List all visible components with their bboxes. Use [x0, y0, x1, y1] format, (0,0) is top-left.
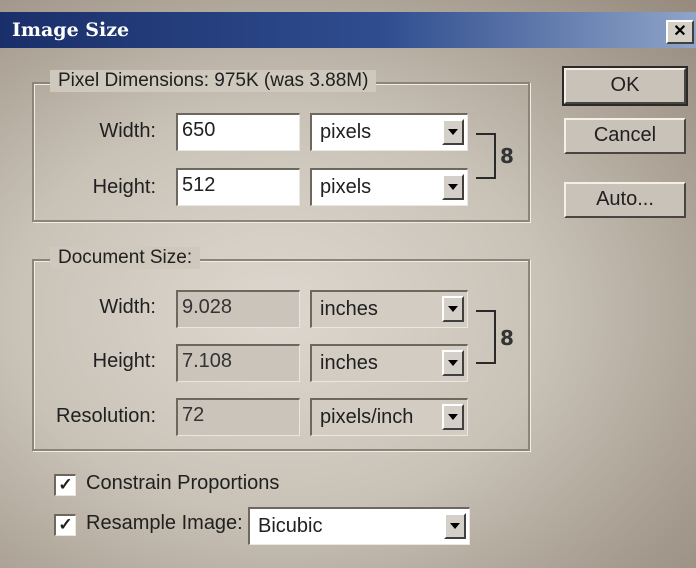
- chevron-down-icon[interactable]: [442, 404, 464, 430]
- chevron-down-icon[interactable]: [442, 350, 464, 376]
- title-bar: Image Size ✕: [0, 12, 696, 48]
- resample-method-value: Bicubic: [258, 515, 323, 537]
- doc-height-unit-value: inches: [320, 352, 378, 374]
- pixel-height-unit-select[interactable]: pixels: [310, 168, 468, 206]
- document-size-legend: Document Size:: [50, 247, 201, 269]
- pixel-width-unit-select[interactable]: pixels: [310, 113, 468, 151]
- pixel-link-bracket: [476, 133, 496, 179]
- chevron-down-icon[interactable]: [442, 296, 464, 322]
- resolution-label: Resolution:: [55, 405, 156, 427]
- resample-image-checkbox[interactable]: ✓: [54, 514, 76, 536]
- document-link-bracket: [476, 310, 496, 364]
- constrain-proportions-label: Constrain Proportions: [86, 472, 280, 494]
- chevron-down-icon[interactable]: [442, 119, 464, 145]
- pixel-height-label: Height:: [92, 176, 156, 198]
- doc-width-unit-select[interactable]: inches: [310, 290, 468, 328]
- chevron-down-icon[interactable]: [444, 513, 466, 539]
- resolution-unit-value: pixels/inch: [320, 406, 414, 428]
- doc-height-unit-select[interactable]: inches: [310, 344, 468, 382]
- resample-method-select[interactable]: Bicubic: [248, 507, 470, 545]
- pixel-width-unit-value: pixels: [320, 121, 372, 143]
- auto-button[interactable]: Auto...: [564, 182, 686, 218]
- doc-width-label: Width:: [99, 296, 156, 318]
- doc-height-label: Height:: [92, 350, 156, 372]
- close-button[interactable]: ✕: [666, 20, 694, 44]
- pixel-width-input[interactable]: 650: [176, 113, 300, 151]
- chevron-down-icon[interactable]: [442, 174, 464, 200]
- pixel-dimensions-legend: Pixel Dimensions: 975K (was 3.88M): [50, 70, 377, 92]
- constrain-proportions-checkbox[interactable]: ✓: [54, 474, 76, 496]
- close-icon: ✕: [673, 23, 687, 40]
- chain-link-icon: 8: [500, 144, 514, 168]
- pixel-width-label: Width:: [99, 120, 156, 142]
- pixel-height-input[interactable]: 512: [176, 168, 300, 206]
- dialog-title: Image Size: [12, 19, 130, 41]
- cancel-button[interactable]: Cancel: [564, 118, 686, 154]
- pixel-height-unit-value: pixels: [320, 176, 372, 198]
- doc-width-input[interactable]: 9.028: [176, 290, 300, 328]
- resample-image-label: Resample Image:: [86, 512, 243, 534]
- doc-height-input[interactable]: 7.108: [176, 344, 300, 382]
- chain-link-icon: 8: [500, 326, 514, 350]
- doc-width-unit-value: inches: [320, 298, 378, 320]
- ok-button[interactable]: OK: [562, 66, 688, 106]
- resolution-unit-select[interactable]: pixels/inch: [310, 398, 468, 436]
- resolution-input[interactable]: 72: [176, 398, 300, 436]
